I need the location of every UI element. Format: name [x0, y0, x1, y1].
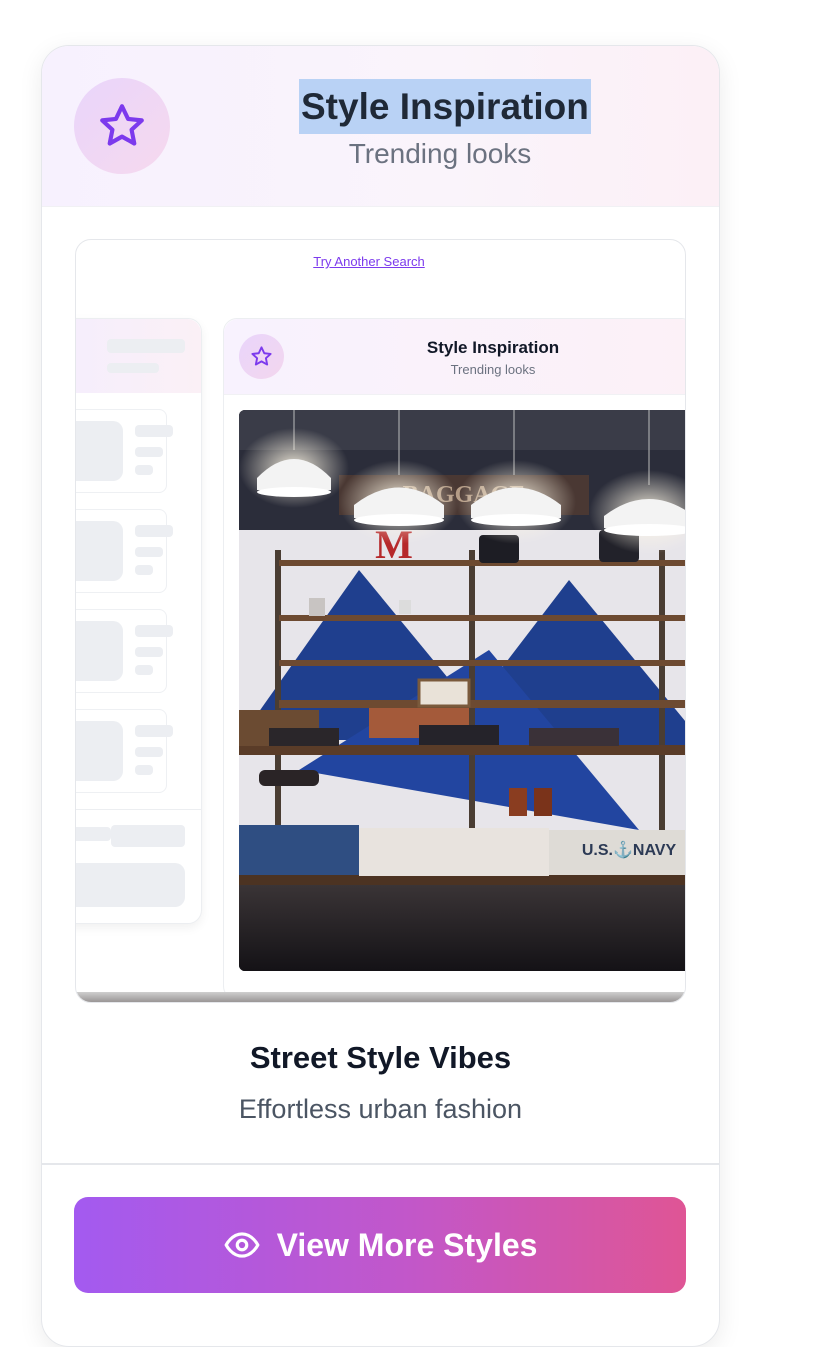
view-more-styles-label: View More Styles	[276, 1226, 538, 1263]
style-title: Street Style Vibes	[249, 1040, 512, 1075]
skeleton-header	[76, 319, 201, 393]
card-divider	[42, 1163, 719, 1165]
mini-avatar	[239, 334, 284, 379]
store-interior-image: BAGGAGE M	[239, 410, 685, 971]
mini-card-subtitle: Trending looks	[450, 362, 536, 377]
skeleton-card	[76, 318, 202, 924]
try-another-search-link[interactable]: Try Another Search	[76, 254, 662, 269]
preview-bottom-shadow	[76, 992, 685, 1002]
mini-card-title: Style Inspiration	[426, 338, 560, 357]
style-subtitle: Effortless urban fashion	[238, 1094, 523, 1124]
header-avatar	[74, 78, 170, 174]
eye-icon	[224, 1232, 259, 1258]
style-inspiration-card: Style Inspiration Trending looks Try Ano…	[41, 45, 720, 1347]
star-icon	[251, 346, 272, 366]
mini-style-card: Style Inspiration Trending looks M U.S.⚓…	[223, 318, 685, 1000]
preview-frame: Try Another Search Style Inspiration Tre…	[75, 239, 686, 1003]
page-title: Style Inspiration	[299, 79, 591, 134]
photo-print-text: U.S.⚓NAVY	[582, 840, 677, 859]
mini-card-header: Style Inspiration Trending looks	[224, 319, 685, 395]
star-icon	[100, 104, 144, 146]
view-more-styles-button[interactable]: View More Styles	[74, 1197, 686, 1293]
page-subtitle: Trending looks	[348, 138, 532, 169]
store-photo: BAGGAGE M	[239, 410, 685, 971]
card-header: Style Inspiration Trending looks	[42, 46, 719, 207]
